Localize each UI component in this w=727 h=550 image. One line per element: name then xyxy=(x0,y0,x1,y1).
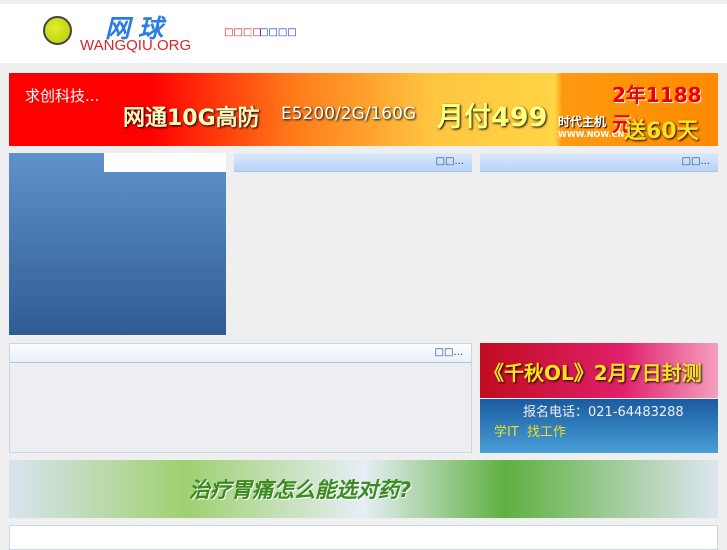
bottom-box xyxy=(9,525,718,550)
medicine-ad-text: 治疗胃痛怎么能选对药? xyxy=(189,478,412,502)
box-header: □□... xyxy=(234,153,472,172)
logo-english[interactable]: WANGQIU.ORG xyxy=(80,37,191,54)
content-box-3: □□... xyxy=(9,343,472,453)
training-slogan: 学IT 找工作 xyxy=(494,425,567,440)
ad-spec: E5200/2G/160G xyxy=(281,104,417,124)
game-ad: 《千秋OL》2月7日封测 xyxy=(480,343,718,398)
more-link[interactable]: □□... xyxy=(435,347,463,358)
ad-headline: 网通10G高防 xyxy=(123,106,260,131)
hosting-ad-banner[interactable]: 求创科技... 网通10G高防 E5200/2G/160G 月付499 时代主机… xyxy=(9,73,718,146)
more-link[interactable]: □□... xyxy=(436,156,464,167)
side-ad[interactable]: 《千秋OL》2月7日封测 报名电话：021-64483288 学IT 找工作 xyxy=(480,343,718,453)
training-ad: 报名电话：021-64483288 学IT 找工作 xyxy=(480,399,718,453)
content-box-2: □□... xyxy=(480,153,718,173)
ad-promo-2: 送60天 xyxy=(624,119,699,144)
ad-company: 求创科技... xyxy=(25,87,100,105)
box-header: □□... xyxy=(10,344,471,363)
ad-brand: 时代主机 xyxy=(558,115,607,129)
ad-price: 月付499 xyxy=(437,102,548,133)
tennis-ball-logo-icon xyxy=(43,16,72,45)
training-phone: 报名电话：021-64483288 xyxy=(523,405,684,420)
box-header: □□... xyxy=(480,153,718,172)
slideshow-panel[interactable] xyxy=(9,153,226,335)
slideshow-tab xyxy=(104,153,226,172)
medicine-ad-banner[interactable]: 治疗胃痛怎么能选对药? xyxy=(9,460,718,518)
content-box-1: □□... xyxy=(234,153,472,173)
nav-link-2[interactable]: □□□□ xyxy=(259,27,297,38)
game-ad-title: 《千秋OL》2月7日封测 xyxy=(484,361,702,385)
nav-link-1[interactable]: □□□□ xyxy=(224,27,262,38)
more-link[interactable]: □□... xyxy=(682,156,710,167)
nav-divider xyxy=(251,27,252,38)
